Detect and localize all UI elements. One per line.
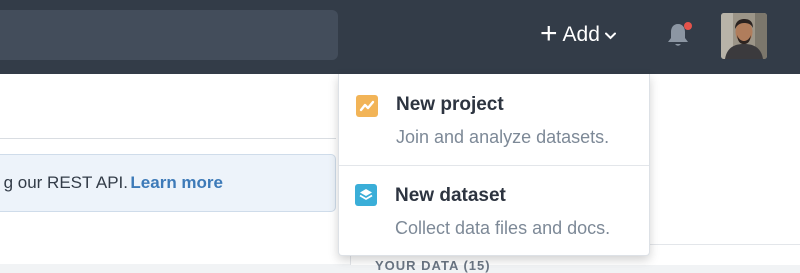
menu-item-description: Join and analyze datasets.	[396, 127, 610, 147]
page-header-area	[0, 74, 336, 139]
search-input[interactable]	[0, 10, 338, 60]
user-avatar[interactable]	[721, 13, 767, 59]
chevron-down-icon	[604, 32, 616, 40]
top-nav-bar: + Add	[0, 0, 800, 74]
notifications-bell-icon[interactable]	[666, 22, 692, 48]
learn-more-link[interactable]: Learn more	[130, 173, 223, 193]
api-banner: g our REST API. Learn more	[0, 154, 336, 212]
add-button-label: Add	[562, 23, 600, 46]
menu-item-description: Collect data files and docs.	[395, 218, 611, 238]
notification-dot	[684, 22, 692, 30]
menu-item-new-dataset[interactable]	[339, 166, 649, 256]
project-chart-icon	[356, 95, 378, 117]
dataset-layers-icon	[355, 184, 377, 206]
panel-section-heading: YOUR DATA (15)	[375, 258, 491, 273]
menu-item-new-project[interactable]: New project Join and analyze datasets.	[339, 74, 649, 164]
add-button[interactable]: + Add	[540, 18, 616, 52]
plus-icon: +	[540, 16, 558, 50]
menu-item-title: New project	[396, 94, 504, 115]
menu-item-title: New dataset	[395, 185, 506, 206]
api-banner-text: g our REST API.	[3, 173, 128, 192]
